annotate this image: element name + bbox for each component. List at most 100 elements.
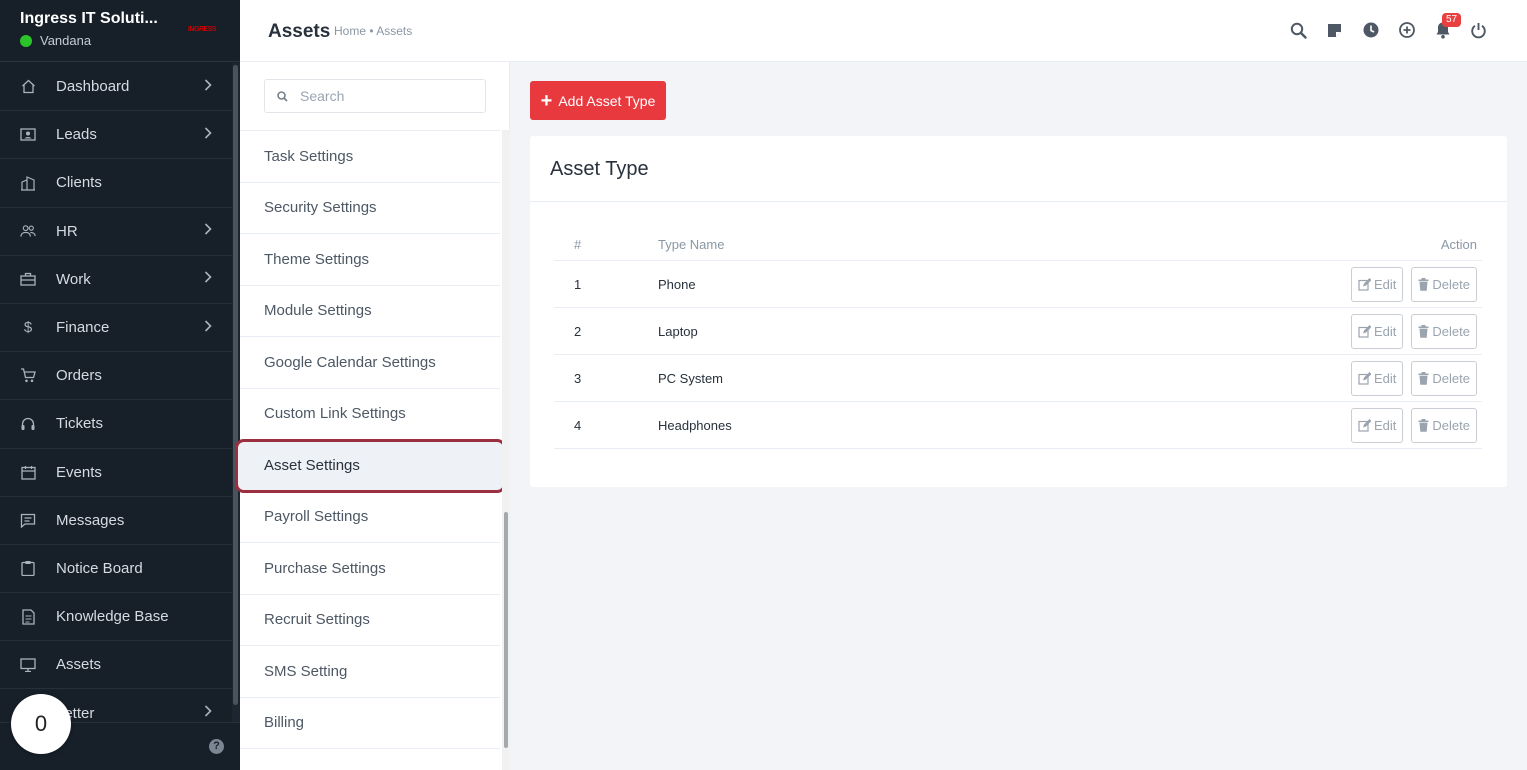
sidebar-item-label: Finance (56, 319, 110, 337)
sidebar-item-knowledge-base[interactable]: Knowledge Base (0, 593, 232, 642)
online-status-icon (20, 34, 32, 47)
settings-item-payroll-settings[interactable]: Payroll Settings (240, 492, 500, 543)
settings-scrollbar-thumb[interactable] (504, 512, 508, 748)
sidebar-item-finance[interactable]: $ Finance (0, 304, 232, 353)
sidebar-item-notice-board[interactable]: Notice Board (0, 545, 232, 594)
help-icon[interactable]: ? (209, 739, 224, 754)
sidebar-item-label: Messages (56, 511, 125, 529)
breadcrumb[interactable]: Home • Assets (334, 24, 412, 38)
delete-button[interactable]: Delete (1411, 360, 1477, 396)
edit-icon (1358, 324, 1372, 338)
delete-button[interactable]: Delete (1411, 407, 1477, 443)
settings-item-recruit-settings[interactable]: Recruit Settings (240, 595, 500, 646)
sidebar-item-label: Tickets (56, 415, 103, 433)
settings-search-input[interactable] (300, 88, 470, 104)
edit-button[interactable]: Edit (1351, 360, 1404, 396)
dollar-icon: $ (23, 319, 33, 337)
settings-item-module-settings[interactable]: Module Settings (240, 286, 500, 337)
briefcase-icon (20, 271, 36, 287)
sticky-note-icon[interactable] (1326, 20, 1343, 40)
trash-icon (1418, 277, 1429, 291)
notification-bell-icon[interactable]: 57 (1434, 13, 1462, 40)
sidebar: Ingress IT Soluti... Vandana INGRESS Das… (0, 0, 240, 770)
asset-type-card: Asset Type # Type Name Action 1 Phone Edit… (530, 136, 1507, 487)
edit-label: Edit (1374, 276, 1397, 292)
table-header-row: # Type Name Action (554, 231, 1482, 261)
delete-button[interactable]: Delete (1411, 313, 1477, 349)
chevron-right-icon (204, 126, 212, 143)
card-title: Asset Type (530, 136, 1507, 202)
row-number: 2 (554, 307, 658, 355)
sidebar-item-assets[interactable]: Assets (0, 641, 232, 690)
row-actions: Edit Delete (943, 401, 1482, 449)
edit-button[interactable]: Edit (1351, 266, 1404, 302)
document-icon (20, 609, 36, 625)
sidebar-item-clients[interactable]: Clients (0, 159, 232, 208)
sidebar-scrollbar[interactable] (232, 63, 240, 723)
row-type-name: Phone (658, 260, 944, 308)
sidebar-item-hr[interactable]: HR (0, 208, 232, 256)
row-number: 1 (554, 260, 658, 308)
clipboard-icon (20, 560, 36, 577)
sidebar-header[interactable]: Ingress IT Soluti... Vandana INGRESS (0, 0, 240, 62)
search-icon (277, 90, 288, 102)
column-header-number: # (554, 231, 658, 261)
settings-item-task-settings[interactable]: Task Settings (240, 131, 500, 183)
edit-button[interactable]: Edit (1351, 313, 1404, 349)
headset-icon (20, 416, 36, 432)
add-asset-type-button[interactable]: + Add Asset Type (530, 81, 666, 120)
people-icon (20, 223, 36, 239)
row-number: 3 (554, 354, 658, 402)
search-icon[interactable] (1290, 20, 1307, 40)
clock-icon[interactable] (1362, 20, 1379, 40)
sidebar-item-label: Dashboard (56, 78, 130, 96)
delete-label: Delete (1432, 323, 1470, 339)
table-row: 2 Laptop Edit Delete (554, 307, 1482, 355)
edit-button[interactable]: Edit (1351, 407, 1404, 443)
settings-item-sms-setting[interactable]: SMS Setting (240, 646, 500, 698)
sidebar-item-tickets[interactable]: Tickets (0, 400, 232, 449)
sidebar-item-messages[interactable]: Messages (0, 497, 232, 545)
settings-search-box[interactable] (264, 79, 486, 113)
settings-item-google-calendar-settings[interactable]: Google Calendar Settings (240, 337, 500, 389)
settings-item-billing[interactable]: Billing (240, 698, 500, 749)
top-header: Assets Home • Assets 57 (240, 0, 1527, 62)
header-icons: 57 (1290, 13, 1487, 40)
settings-menu-panel: Task SettingsSecurity SettingsTheme Sett… (235, 62, 510, 770)
row-actions: Edit Delete (943, 260, 1482, 308)
settings-item-custom-link-settings[interactable]: Custom Link Settings (240, 389, 500, 440)
row-actions: Edit Delete (943, 307, 1482, 355)
notification-count-badge: 57 (1442, 13, 1462, 27)
table-row: 4 Headphones Edit Delete (554, 401, 1482, 449)
delete-label: Delete (1432, 276, 1470, 292)
delete-label: Delete (1432, 370, 1470, 386)
monitor-icon (20, 657, 36, 673)
calendar-icon (20, 464, 36, 480)
sidebar-item-work[interactable]: Work (0, 256, 232, 304)
settings-item-theme-settings[interactable]: Theme Settings (240, 234, 500, 286)
sidebar-item-label: Events (56, 463, 102, 481)
delete-button[interactable]: Delete (1411, 266, 1477, 302)
settings-list: Task Settings Security Settings Theme Sett… (235, 130, 506, 749)
power-icon[interactable] (1470, 20, 1487, 40)
row-actions: Edit Delete (943, 354, 1482, 402)
floating-counter[interactable]: 0 (11, 694, 71, 754)
delete-label: Delete (1432, 417, 1470, 433)
sidebar-scrollbar-thumb[interactable] (233, 65, 238, 705)
sidebar-item-dashboard[interactable]: Dashboard (0, 63, 232, 112)
chevron-right-icon (204, 705, 212, 722)
settings-scrollbar[interactable] (502, 130, 510, 770)
table-row: 1 Phone Edit Delete (554, 260, 1482, 308)
cart-icon (20, 368, 36, 384)
settings-item-security-settings[interactable]: Security Settings (240, 183, 500, 234)
add-circle-icon[interactable] (1398, 20, 1415, 40)
home-icon (20, 79, 36, 95)
edit-label: Edit (1374, 323, 1397, 339)
settings-item-purchase-settings[interactable]: Purchase Settings (240, 543, 500, 595)
page-title: Assets (268, 21, 331, 42)
sidebar-item-leads[interactable]: Leads (0, 111, 232, 160)
settings-item-asset-settings[interactable]: Asset Settings (235, 439, 506, 493)
sidebar-item-label: Clients (56, 174, 102, 192)
sidebar-item-orders[interactable]: Orders (0, 352, 232, 401)
sidebar-item-events[interactable]: Events (0, 449, 232, 497)
